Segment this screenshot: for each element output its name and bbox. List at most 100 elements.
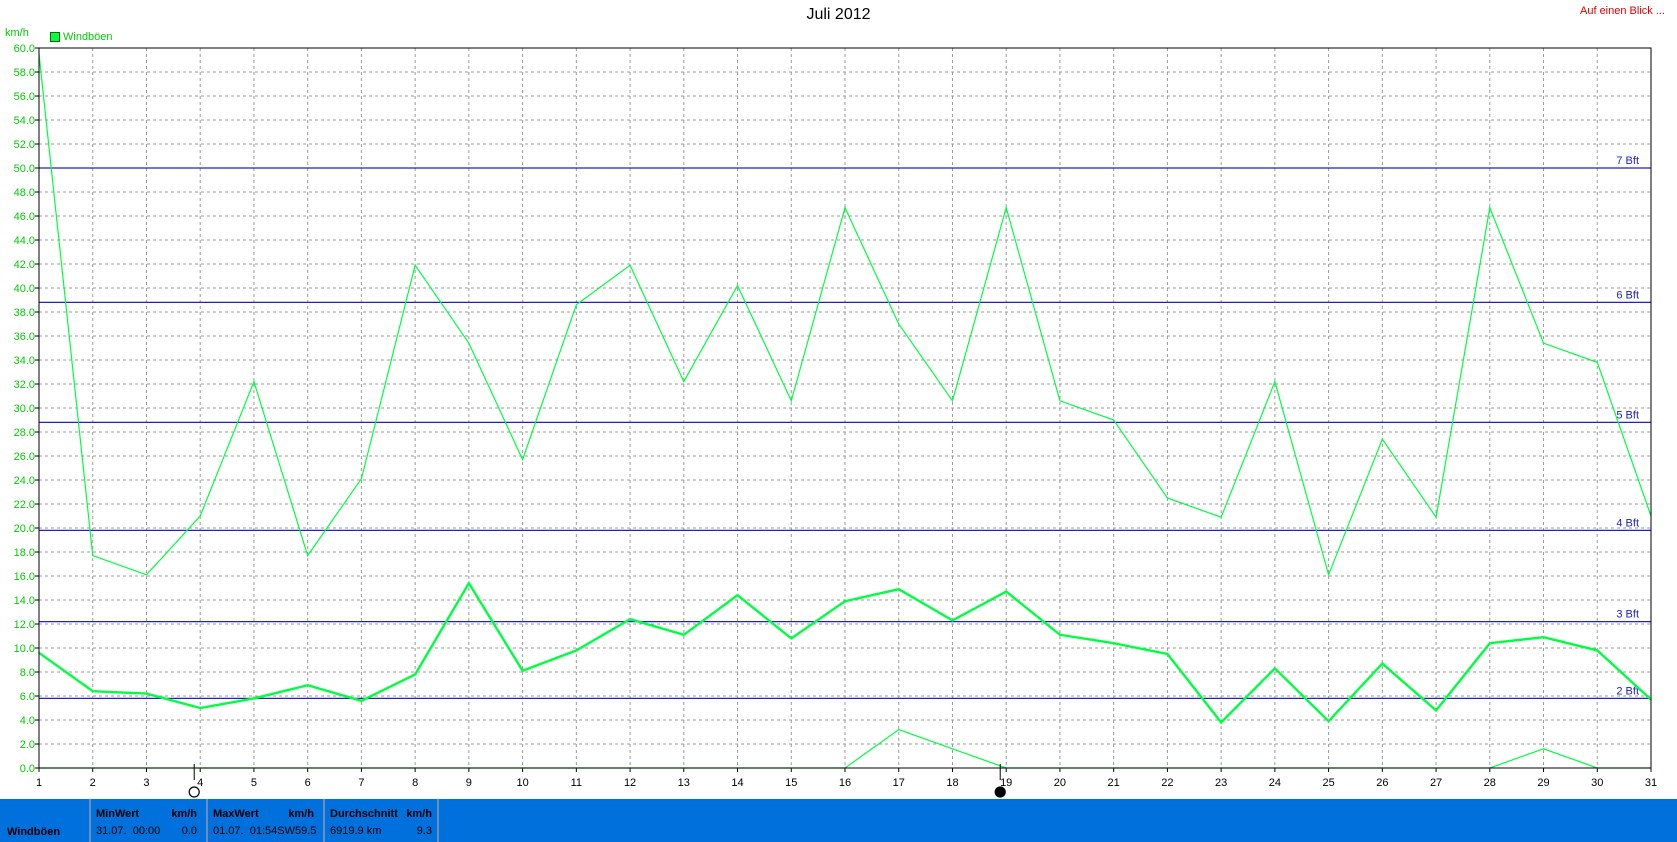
y-tick-label: 10.0 bbox=[14, 643, 35, 655]
x-tick-label: 10 bbox=[516, 777, 528, 789]
y-axis-unit-label: km/h bbox=[5, 27, 29, 39]
data-point-max bbox=[1328, 574, 1330, 576]
data-point-max bbox=[736, 285, 739, 287]
data-point-mean bbox=[844, 600, 846, 602]
x-tick-label: 1 bbox=[36, 777, 42, 789]
max-value: 59.5 bbox=[294, 825, 317, 837]
x-tick-label: 13 bbox=[678, 777, 690, 789]
x-tick-label: 25 bbox=[1322, 777, 1334, 789]
data-point-max bbox=[898, 323, 900, 325]
data-point-max bbox=[1596, 361, 1598, 363]
data-point-max bbox=[92, 555, 94, 557]
data-point-max bbox=[1381, 438, 1383, 440]
y-tick-label: 52.0 bbox=[14, 139, 35, 151]
data-point-mean bbox=[898, 588, 900, 590]
data-point-min bbox=[1542, 748, 1545, 750]
x-tick-label: 31 bbox=[1645, 777, 1657, 789]
x-tick-label: 14 bbox=[731, 777, 743, 789]
data-point-max bbox=[1059, 400, 1061, 402]
x-tick-label: 18 bbox=[946, 777, 958, 789]
data-point-max bbox=[1542, 342, 1545, 344]
min-date: 31.07. bbox=[96, 825, 127, 837]
data-point-max bbox=[1166, 497, 1168, 499]
y-tick-label: 34.0 bbox=[14, 355, 35, 367]
data-point-mean bbox=[1166, 653, 1168, 655]
data-point-max bbox=[951, 400, 954, 402]
x-tick-label: 16 bbox=[839, 777, 851, 789]
summary-bar: Windböen MinWert km/h 31.07. 00:00 0.0 Max… bbox=[0, 799, 1677, 842]
y-tick-label: 36.0 bbox=[14, 331, 35, 343]
max-direction: SW bbox=[277, 825, 295, 837]
data-point-max bbox=[360, 478, 362, 480]
data-point-max bbox=[1220, 516, 1222, 518]
y-tick-label: 6.0 bbox=[20, 691, 35, 703]
data-point-max bbox=[1489, 207, 1491, 209]
data-point-mean bbox=[1274, 667, 1276, 670]
data-point-max bbox=[414, 264, 416, 266]
data-point-mean bbox=[1220, 721, 1222, 724]
x-tick-label: 30 bbox=[1591, 777, 1603, 789]
x-tick-label: 29 bbox=[1537, 777, 1549, 789]
x-tick-label: 8 bbox=[412, 777, 418, 789]
max-date: 01.07. bbox=[213, 825, 244, 837]
data-point-mean bbox=[1005, 591, 1007, 593]
beaufort-label: 4 Bft bbox=[1616, 517, 1639, 529]
avg-value: 9.3 bbox=[416, 825, 432, 837]
x-tick-label: 7 bbox=[358, 777, 364, 789]
overview-link[interactable]: Auf einen Blick ... bbox=[1580, 5, 1665, 17]
data-point-mean bbox=[951, 619, 954, 622]
data-point-max bbox=[522, 459, 524, 461]
x-tick-label: 5 bbox=[251, 777, 257, 789]
data-point-mean bbox=[1489, 642, 1491, 644]
y-tick-label: 30.0 bbox=[14, 403, 35, 415]
min-header: MinWert bbox=[96, 808, 140, 820]
data-point-max bbox=[844, 207, 846, 209]
legend-label: Windböen bbox=[63, 31, 113, 43]
min-value: 0.0 bbox=[181, 825, 197, 837]
data-point-max bbox=[307, 555, 309, 557]
y-tick-label: 0.0 bbox=[20, 763, 35, 775]
x-tick-label: 17 bbox=[893, 777, 905, 789]
x-tick-label: 21 bbox=[1108, 777, 1120, 789]
max-time: 01:54 bbox=[249, 825, 278, 837]
data-point-min bbox=[898, 729, 900, 731]
data-point-mean bbox=[736, 594, 739, 596]
beaufort-label: 3 Bft bbox=[1616, 609, 1639, 621]
y-tick-label: 16.0 bbox=[14, 571, 35, 583]
data-point-mean bbox=[1435, 709, 1437, 712]
beaufort-label: 6 Bft bbox=[1616, 289, 1639, 301]
y-tick-label: 44.0 bbox=[14, 235, 35, 247]
y-tick-label: 26.0 bbox=[14, 451, 35, 463]
x-tick-label: 24 bbox=[1269, 777, 1281, 789]
x-tick-label: 20 bbox=[1054, 777, 1066, 789]
data-point-mean bbox=[1381, 663, 1383, 665]
y-tick-label: 14.0 bbox=[14, 595, 35, 607]
y-tick-label: 20.0 bbox=[14, 523, 35, 535]
data-point-max bbox=[1005, 207, 1007, 209]
beaufort-label: 2 Bft bbox=[1616, 685, 1639, 697]
min-time: 00:00 bbox=[132, 825, 161, 837]
data-point-max bbox=[1113, 419, 1115, 421]
data-point-mean bbox=[414, 673, 416, 676]
data-point-mean bbox=[1113, 642, 1115, 644]
x-tick-label: 23 bbox=[1215, 777, 1227, 789]
summary-row-label: Windböen bbox=[7, 826, 61, 838]
x-tick-label: 22 bbox=[1161, 777, 1173, 789]
legend-swatch bbox=[50, 32, 60, 42]
y-tick-label: 40.0 bbox=[14, 283, 35, 295]
data-point-mean bbox=[629, 618, 631, 620]
avg-distance: 6919.9 km bbox=[330, 825, 382, 837]
data-point-mean bbox=[199, 707, 201, 709]
y-tick-label: 46.0 bbox=[14, 211, 35, 223]
data-point-max bbox=[629, 264, 631, 266]
data-point-min bbox=[951, 748, 954, 750]
avg-unit: km/h bbox=[406, 808, 432, 820]
y-tick-label: 60.0 bbox=[14, 43, 35, 55]
y-tick-label: 18.0 bbox=[14, 547, 35, 559]
data-point-max bbox=[683, 381, 685, 383]
legend: Windböen bbox=[50, 31, 113, 43]
x-tick-label: 27 bbox=[1430, 777, 1442, 789]
data-point-mean bbox=[1328, 720, 1330, 722]
x-tick-label: 26 bbox=[1376, 777, 1388, 789]
y-tick-label: 54.0 bbox=[14, 115, 35, 127]
